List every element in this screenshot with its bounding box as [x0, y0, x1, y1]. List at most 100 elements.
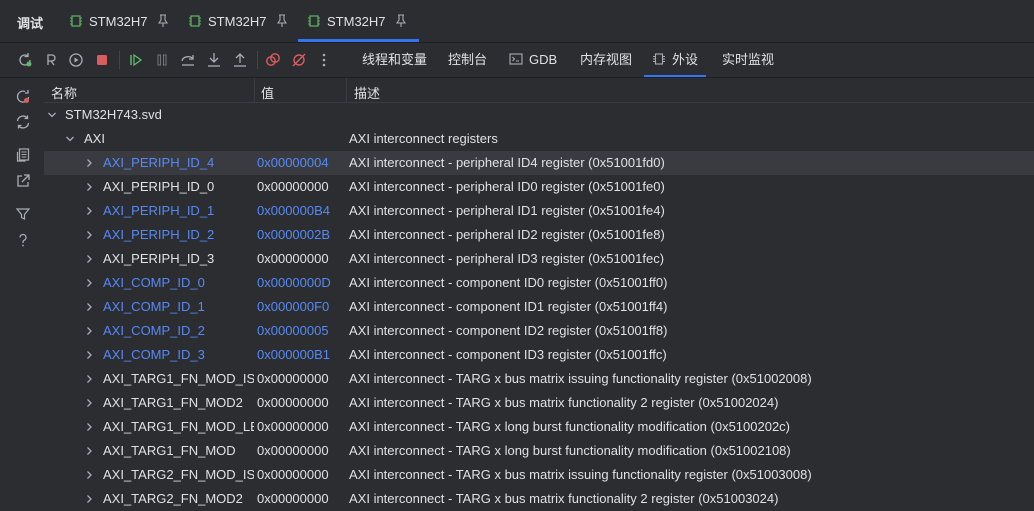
- table-row[interactable]: AXI_COMP_ID_3 0x000000B1 AXI interconnect …: [44, 343, 1034, 367]
- table-row[interactable]: AXI_PERIPH_ID_3 0x00000000 AXI interconnec…: [44, 247, 1034, 271]
- table-row[interactable]: AXI_TARG2_FN_MOD_ISS_BM0x00000000AXI int…: [44, 463, 1034, 487]
- stop-icon[interactable]: [94, 52, 110, 68]
- chevron-right-icon[interactable]: [84, 446, 94, 456]
- table-row[interactable]: AXI_PERIPH_ID_1 0x000000B4 AXI interconnec…: [44, 199, 1034, 223]
- tab-peripherals[interactable]: 外设: [644, 43, 707, 77]
- register-value[interactable]: 0x000000F0: [257, 295, 347, 319]
- restart-icon[interactable]: [43, 52, 59, 68]
- register-value[interactable]: 0x00000000: [257, 367, 347, 391]
- table-row[interactable]: AXI_TARG1_FN_MOD 0x00000000 AXI interconne…: [44, 439, 1034, 463]
- chevron-right-icon[interactable]: [84, 326, 94, 336]
- session-tab-3[interactable]: STM32H7: [298, 0, 419, 42]
- column-header-description[interactable]: 描述: [354, 83, 380, 102]
- register-value[interactable]: 0x00000000: [257, 247, 347, 271]
- table-row[interactable]: AXI_PERIPH_ID_4 0x00000004 AXI interconnec…: [44, 151, 1034, 175]
- tree-row-group[interactable]: AXI AXI interconnect registers: [44, 127, 1034, 151]
- pin-icon[interactable]: [157, 14, 169, 28]
- chevron-down-icon[interactable]: [65, 134, 75, 144]
- more-icon[interactable]: [316, 52, 332, 68]
- step-over-icon[interactable]: [180, 52, 196, 68]
- chevron-right-icon[interactable]: [84, 182, 94, 192]
- register-value[interactable]: 0x00000000: [257, 391, 347, 415]
- chevron-right-icon[interactable]: [84, 302, 94, 312]
- mute-breakpoints-icon[interactable]: [291, 52, 307, 68]
- table-row[interactable]: AXI_PERIPH_ID_0 0x00000000 AXI interconnec…: [44, 175, 1034, 199]
- tree-row-root[interactable]: STM32H743.svd: [44, 103, 1034, 127]
- column-header-name[interactable]: 名称: [51, 83, 77, 102]
- rerun-icon[interactable]: [17, 52, 33, 68]
- refresh-peripherals-icon[interactable]: [15, 89, 31, 105]
- chevron-right-icon[interactable]: [84, 278, 94, 288]
- register-value[interactable]: 0x00000000: [257, 439, 347, 463]
- pause-icon[interactable]: [154, 52, 170, 68]
- table-row[interactable]: AXI_TARG1_FN_MOD_ISS_BM0x00000000AXI int…: [44, 367, 1034, 391]
- step-out-icon[interactable]: [232, 52, 248, 68]
- register-value[interactable]: 0x00000000: [257, 175, 347, 199]
- session-tab-1[interactable]: STM32H7: [69, 0, 169, 42]
- device-name: STM32H743.svd: [65, 107, 162, 122]
- chevron-right-icon[interactable]: [84, 254, 94, 264]
- register-name: AXI_PERIPH_ID_4: [103, 155, 215, 170]
- register-name: AXI_COMP_ID_2: [103, 323, 205, 338]
- table-row[interactable]: AXI_TARG1_FN_MOD2 0x00000000 AXI interconn…: [44, 391, 1034, 415]
- column-header-value[interactable]: 值: [261, 83, 274, 102]
- export-icon[interactable]: [15, 173, 31, 189]
- chevron-right-icon[interactable]: [84, 398, 94, 408]
- register-name: AXI_COMP_ID_0: [103, 275, 205, 290]
- tab-label: 控制台: [448, 52, 488, 67]
- table-row[interactable]: AXI_TARG1_FN_MOD_LB 0x00000000 AXI interco…: [44, 415, 1034, 439]
- register-value[interactable]: 0x00000000: [257, 487, 347, 511]
- register-value[interactable]: 0x00000004: [257, 151, 347, 175]
- tab-memory-view[interactable]: 内存视图: [572, 43, 640, 77]
- debug-title: 调试: [17, 16, 44, 31]
- table-row[interactable]: AXI_TARG2_FN_MOD2 0x00000000 AXI interconn…: [44, 487, 1034, 511]
- toolbar-separator: [119, 51, 120, 69]
- register-description: AXI interconnect - TARG x bus matrix iss…: [349, 371, 812, 386]
- register-value[interactable]: 0x0000002B: [257, 223, 347, 247]
- register-description: AXI interconnect - component ID0 registe…: [349, 275, 668, 290]
- step-into-icon[interactable]: [206, 52, 222, 68]
- register-value[interactable]: 0x000000B1: [257, 343, 347, 367]
- column-resize-handle[interactable]: [254, 78, 255, 102]
- table-row[interactable]: AXI_COMP_ID_2 0x00000005 AXI interconnect …: [44, 319, 1034, 343]
- chevron-down-icon[interactable]: [47, 110, 57, 120]
- table-row[interactable]: AXI_PERIPH_ID_2 0x0000002B AXI interconnec…: [44, 223, 1034, 247]
- tab-live-watch[interactable]: 实时监视: [714, 43, 782, 77]
- chevron-right-icon[interactable]: [84, 158, 94, 168]
- register-value[interactable]: 0x00000000: [257, 463, 347, 487]
- help-icon[interactable]: [15, 232, 31, 248]
- chevron-right-icon[interactable]: [84, 470, 94, 480]
- tab-console[interactable]: 控制台: [440, 43, 495, 77]
- chevron-right-icon[interactable]: [84, 374, 94, 384]
- tab-threads-variables[interactable]: 线程和变量: [354, 43, 435, 77]
- chevron-right-icon[interactable]: [84, 206, 94, 216]
- sync-icon[interactable]: [15, 114, 31, 130]
- breakpoints-icon[interactable]: [265, 52, 281, 68]
- debug-session-icon: [189, 15, 201, 27]
- resume-icon[interactable]: [128, 52, 144, 68]
- register-value[interactable]: 0x00000005: [257, 319, 347, 343]
- session-tab-label: STM32H7: [89, 13, 148, 29]
- debug-session-icon: [308, 15, 320, 27]
- register-value[interactable]: 0x000000B4: [257, 199, 347, 223]
- tab-label: GDB: [529, 52, 558, 67]
- chevron-right-icon[interactable]: [84, 494, 94, 504]
- table-header: 名称 值 描述: [44, 78, 1034, 103]
- chevron-right-icon[interactable]: [84, 422, 94, 432]
- toolbar-separator: [257, 51, 258, 69]
- pin-icon[interactable]: [276, 14, 288, 28]
- table-row[interactable]: AXI_COMP_ID_0 0x0000000D AXI interconnect …: [44, 271, 1034, 295]
- chevron-right-icon[interactable]: [84, 350, 94, 360]
- run-to-cursor-icon[interactable]: [68, 52, 84, 68]
- pin-icon[interactable]: [395, 14, 407, 28]
- register-value[interactable]: 0x0000000D: [257, 271, 347, 295]
- table-row[interactable]: AXI_COMP_ID_1 0x000000F0 AXI interconnect …: [44, 295, 1034, 319]
- register-value[interactable]: 0x00000000: [257, 415, 347, 439]
- column-resize-handle[interactable]: [346, 78, 347, 102]
- chevron-right-icon[interactable]: [84, 230, 94, 240]
- register-name: AXI_TARG1_FN_MOD2: [103, 395, 243, 410]
- session-tab-2[interactable]: STM32H7: [188, 0, 288, 42]
- copy-icon[interactable]: [15, 147, 31, 163]
- filter-icon[interactable]: [15, 206, 31, 222]
- tab-gdb[interactable]: GDB: [501, 43, 565, 77]
